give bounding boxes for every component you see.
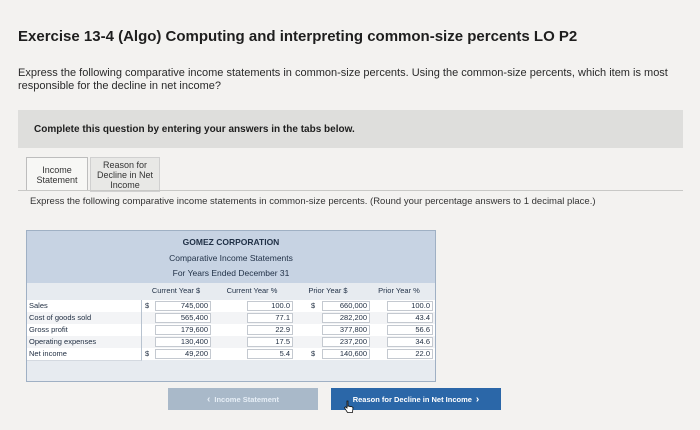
table-row: Operating expenses 130,400 17.5 237,200 …	[27, 336, 435, 349]
table-row: Cost of goods sold 565,400 77.1 282,200 …	[27, 312, 435, 325]
current-year-amount: 49,200	[155, 349, 211, 359]
banner-text: Complete this question by entering your …	[34, 124, 355, 135]
column-header: Current Year %	[226, 286, 278, 295]
currency-symbol: $	[145, 301, 150, 310]
current-year-amount: 745,000	[155, 301, 211, 311]
row-label-cell: Net income	[27, 348, 142, 361]
page-title: Exercise 13-4 (Algo) Computing and inter…	[18, 28, 578, 45]
prior-year-percent-input[interactable]: 56.6	[387, 325, 433, 335]
row-label: Cost of goods sold	[29, 313, 92, 322]
row-label: Operating expenses	[29, 337, 97, 346]
instruction-banner: Complete this question by entering your …	[18, 110, 683, 148]
current-year-percent-input[interactable]: 77.1	[247, 313, 293, 323]
prior-year-amount: 237,200	[322, 337, 370, 347]
row-label: Net income	[29, 349, 67, 358]
column-header: Prior Year %	[378, 286, 420, 295]
company-name: GOMEZ CORPORATION	[182, 237, 280, 247]
prior-year-amount: 660,000	[322, 301, 370, 311]
prior-year-percent-input[interactable]: 100.0	[387, 301, 433, 311]
current-year-percent-input[interactable]: 100.0	[247, 301, 293, 311]
prior-year-amount: 282,200	[322, 313, 370, 323]
prior-year-amount: 140,600	[322, 349, 370, 359]
current-year-amount: 565,400	[155, 313, 211, 323]
tab-label-line: Income	[42, 164, 72, 175]
tab-label-line: Decline in Net	[96, 169, 154, 180]
tab-label-line: Income	[110, 179, 140, 190]
next-tab-button[interactable]: Reason for Decline in Net Income ›	[331, 388, 501, 410]
exercise-instructions: Express the following comparative income…	[18, 67, 668, 92]
tab-label-line: Reason for	[102, 159, 148, 170]
income-statement-table: GOMEZ CORPORATION Comparative Income Sta…	[26, 230, 436, 382]
prev-tab-button[interactable]: ‹ Income Statement	[168, 388, 318, 410]
table-row: Net income $ 49,200 5.4 $ 140,600 22.0	[27, 348, 435, 361]
prior-year-percent-input[interactable]: 34.6	[387, 337, 433, 347]
next-tab-label: Reason for Decline in Net Income	[352, 394, 472, 404]
currency-symbol: $	[311, 349, 316, 358]
prior-year-amount: 377,800	[322, 325, 370, 335]
current-year-amount: 130,400	[155, 337, 211, 347]
chevron-right-icon: ›	[475, 393, 480, 405]
current-year-percent-input[interactable]: 22.9	[247, 325, 293, 335]
current-year-amount: 179,600	[155, 325, 211, 335]
panel-instructions: Express the following comparative income…	[30, 196, 596, 207]
currency-symbol: $	[145, 349, 150, 358]
table-row: Sales $ 745,000 100.0 $ 660,000 100.0	[27, 300, 435, 313]
hand-cursor-icon	[343, 400, 354, 413]
row-label: Gross profit	[29, 325, 68, 334]
chevron-left-icon: ‹	[207, 393, 211, 405]
tab-panel-divider	[18, 190, 683, 191]
current-year-percent-input[interactable]: 17.5	[247, 337, 293, 347]
table-row: Gross profit 179,600 22.9 377,800 56.6	[27, 324, 435, 337]
tab-label-line: Statement	[36, 174, 78, 185]
prior-year-percent-input[interactable]: 22.0	[387, 349, 433, 359]
prior-year-percent-input[interactable]: 43.4	[387, 313, 433, 323]
statement-name: Comparative Income Statements	[169, 253, 293, 263]
statement-period: For Years Ended December 31	[172, 268, 290, 278]
column-header: Prior Year $	[308, 286, 348, 295]
row-label: Sales	[29, 301, 48, 310]
tab-reason-for-decline[interactable]: Reason for Decline in Net Income	[90, 157, 160, 192]
current-year-percent-input[interactable]: 5.4	[247, 349, 293, 359]
tab-income-statement[interactable]: Income Statement	[26, 157, 88, 191]
prev-tab-label: Income Statement	[214, 394, 279, 404]
table-header: GOMEZ CORPORATION Comparative Income Sta…	[27, 231, 435, 283]
currency-symbol: $	[311, 301, 316, 310]
column-header: Current Year $	[151, 286, 201, 295]
